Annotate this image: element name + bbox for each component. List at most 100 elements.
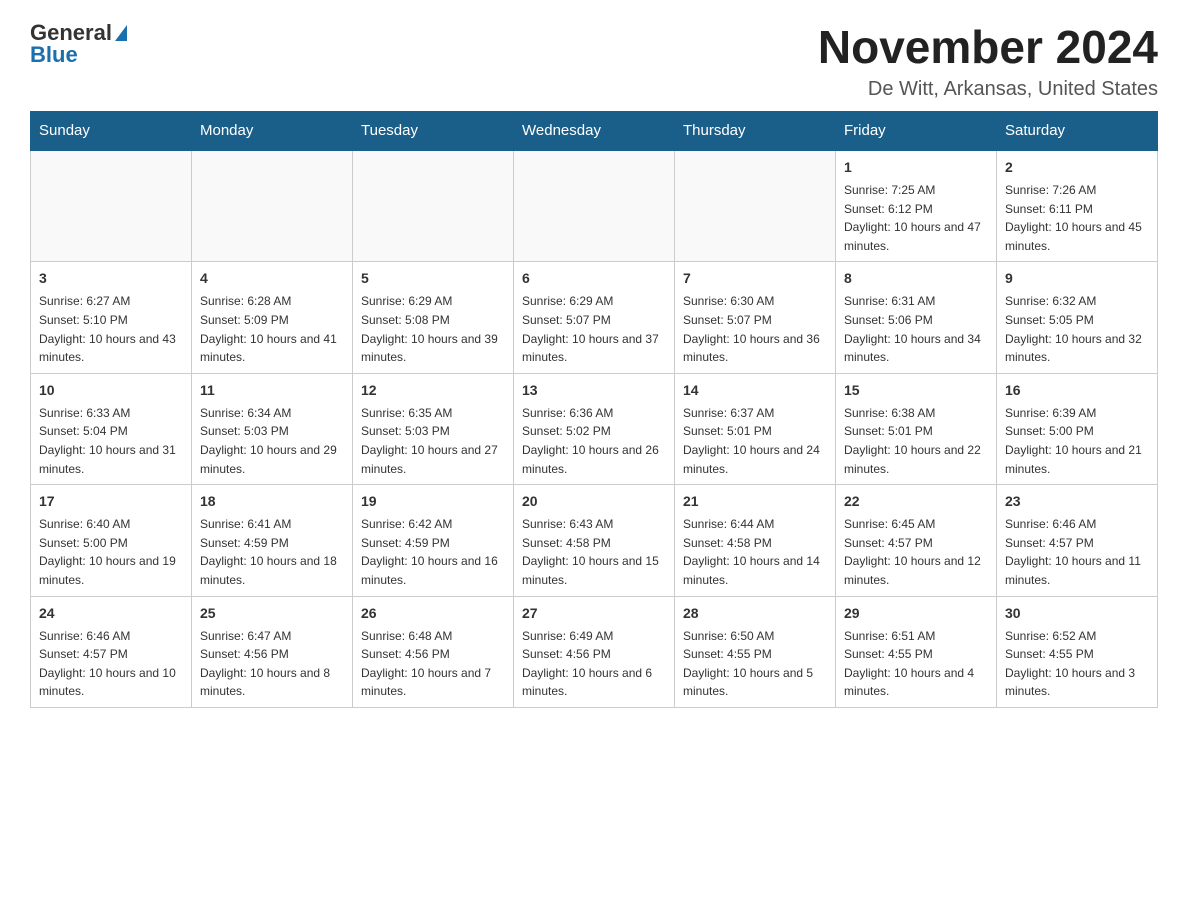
calendar-cell: 23Sunrise: 6:46 AMSunset: 4:57 PMDayligh… [997, 485, 1158, 596]
week-row-4: 17Sunrise: 6:40 AMSunset: 5:00 PMDayligh… [31, 485, 1158, 596]
sun-info: Sunrise: 6:29 AMSunset: 5:07 PMDaylight:… [522, 292, 666, 366]
day-number: 18 [200, 491, 344, 512]
day-number: 3 [39, 268, 183, 289]
calendar-cell [675, 150, 836, 262]
sun-info: Sunrise: 6:49 AMSunset: 4:56 PMDaylight:… [522, 627, 666, 701]
header-thursday: Thursday [675, 112, 836, 151]
calendar-header: SundayMondayTuesdayWednesdayThursdayFrid… [31, 112, 1158, 151]
calendar-cell: 4 Sunrise: 6:28 AMSunset: 5:09 PMDaylight… [192, 262, 353, 373]
sun-info: Sunrise: 6:29 AMSunset: 5:08 PMDaylight:… [361, 292, 505, 366]
calendar-cell: 13 Sunrise: 6:36 AMSunset: 5:02 PMDayligh… [514, 373, 675, 484]
calendar-cell: 5 Sunrise: 6:29 AMSunset: 5:08 PMDaylight… [353, 262, 514, 373]
day-number: 4 [200, 268, 344, 289]
calendar-cell: 12Sunrise: 6:35 AMSunset: 5:03 PMDayligh… [353, 373, 514, 484]
calendar-table: SundayMondayTuesdayWednesdayThursdayFrid… [30, 111, 1158, 708]
day-number: 29 [844, 603, 988, 624]
calendar-cell: 10Sunrise: 6:33 AMSunset: 5:04 PMDayligh… [31, 373, 192, 484]
sun-info: Sunrise: 6:27 AMSunset: 5:10 PMDaylight:… [39, 292, 183, 366]
calendar-cell: 24 Sunrise: 6:46 AMSunset: 4:57 PMDayligh… [31, 596, 192, 707]
sun-info: Sunrise: 6:44 AMSunset: 4:58 PMDaylight:… [683, 515, 827, 589]
sun-info: Sunrise: 6:34 AMSunset: 5:03 PMDaylight:… [200, 404, 344, 478]
day-number: 6 [522, 268, 666, 289]
sun-info: Sunrise: 6:46 AMSunset: 4:57 PMDaylight:… [39, 627, 183, 701]
calendar-cell: 30 Sunrise: 6:52 AMSunset: 4:55 PMDayligh… [997, 596, 1158, 707]
header-wednesday: Wednesday [514, 112, 675, 151]
sun-info: Sunrise: 6:36 AMSunset: 5:02 PMDaylight:… [522, 404, 666, 478]
month-title: November 2024 [818, 20, 1158, 74]
calendar-cell [31, 150, 192, 262]
calendar-cell: 7 Sunrise: 6:30 AMSunset: 5:07 PMDaylight… [675, 262, 836, 373]
week-row-5: 24 Sunrise: 6:46 AMSunset: 4:57 PMDayligh… [31, 596, 1158, 707]
day-number: 22 [844, 491, 988, 512]
day-number: 1 [844, 157, 988, 178]
week-row-2: 3 Sunrise: 6:27 AMSunset: 5:10 PMDaylight… [31, 262, 1158, 373]
day-number: 28 [683, 603, 827, 624]
calendar-cell: 6 Sunrise: 6:29 AMSunset: 5:07 PMDaylight… [514, 262, 675, 373]
day-number: 14 [683, 380, 827, 401]
page-header: General Blue November 2024 De Witt, Arka… [30, 20, 1158, 101]
sun-info: Sunrise: 6:35 AMSunset: 5:03 PMDaylight:… [361, 404, 505, 478]
day-number: 26 [361, 603, 505, 624]
sun-info: Sunrise: 6:45 AMSunset: 4:57 PMDaylight:… [844, 515, 988, 589]
sun-info: Sunrise: 6:41 AMSunset: 4:59 PMDaylight:… [200, 515, 344, 589]
day-number: 11 [200, 380, 344, 401]
day-number: 15 [844, 380, 988, 401]
calendar-cell: 21 Sunrise: 6:44 AMSunset: 4:58 PMDayligh… [675, 485, 836, 596]
day-number: 25 [200, 603, 344, 624]
sun-info: Sunrise: 6:37 AMSunset: 5:01 PMDaylight:… [683, 404, 827, 478]
day-number: 16 [1005, 380, 1149, 401]
calendar-cell: 3 Sunrise: 6:27 AMSunset: 5:10 PMDaylight… [31, 262, 192, 373]
header-monday: Monday [192, 112, 353, 151]
day-number: 24 [39, 603, 183, 624]
sun-info: Sunrise: 6:38 AMSunset: 5:01 PMDaylight:… [844, 404, 988, 478]
calendar-cell [192, 150, 353, 262]
day-number: 8 [844, 268, 988, 289]
calendar-cell: 20 Sunrise: 6:43 AMSunset: 4:58 PMDayligh… [514, 485, 675, 596]
day-number: 20 [522, 491, 666, 512]
week-row-3: 10Sunrise: 6:33 AMSunset: 5:04 PMDayligh… [31, 373, 1158, 484]
day-number: 30 [1005, 603, 1149, 624]
sun-info: Sunrise: 6:28 AMSunset: 5:09 PMDaylight:… [200, 292, 344, 366]
header-tuesday: Tuesday [353, 112, 514, 151]
calendar-cell [353, 150, 514, 262]
calendar-cell: 26Sunrise: 6:48 AMSunset: 4:56 PMDayligh… [353, 596, 514, 707]
calendar-cell: 28Sunrise: 6:50 AMSunset: 4:55 PMDayligh… [675, 596, 836, 707]
sun-info: Sunrise: 6:30 AMSunset: 5:07 PMDaylight:… [683, 292, 827, 366]
day-number: 21 [683, 491, 827, 512]
calendar-cell: 11 Sunrise: 6:34 AMSunset: 5:03 PMDayligh… [192, 373, 353, 484]
day-number: 27 [522, 603, 666, 624]
calendar-cell: 18 Sunrise: 6:41 AMSunset: 4:59 PMDayligh… [192, 485, 353, 596]
days-of-week-row: SundayMondayTuesdayWednesdayThursdayFrid… [31, 112, 1158, 151]
calendar-body: 1Sunrise: 7:25 AMSunset: 6:12 PMDaylight… [31, 150, 1158, 707]
day-number: 7 [683, 268, 827, 289]
calendar-cell: 2Sunrise: 7:26 AMSunset: 6:11 PMDaylight… [997, 150, 1158, 262]
sun-info: Sunrise: 6:39 AMSunset: 5:00 PMDaylight:… [1005, 404, 1149, 478]
calendar-cell: 14 Sunrise: 6:37 AMSunset: 5:01 PMDayligh… [675, 373, 836, 484]
day-number: 23 [1005, 491, 1149, 512]
calendar-cell: 1Sunrise: 7:25 AMSunset: 6:12 PMDaylight… [836, 150, 997, 262]
sun-info: Sunrise: 6:43 AMSunset: 4:58 PMDaylight:… [522, 515, 666, 589]
sun-info: Sunrise: 6:47 AMSunset: 4:56 PMDaylight:… [200, 627, 344, 701]
sun-info: Sunrise: 6:52 AMSunset: 4:55 PMDaylight:… [1005, 627, 1149, 701]
header-saturday: Saturday [997, 112, 1158, 151]
logo-text-blue: Blue [30, 42, 78, 68]
week-row-1: 1Sunrise: 7:25 AMSunset: 6:12 PMDaylight… [31, 150, 1158, 262]
calendar-cell: 8Sunrise: 6:31 AMSunset: 5:06 PMDaylight… [836, 262, 997, 373]
calendar-cell: 25 Sunrise: 6:47 AMSunset: 4:56 PMDayligh… [192, 596, 353, 707]
day-number: 9 [1005, 268, 1149, 289]
logo: General Blue [30, 20, 127, 68]
calendar-cell: 9Sunrise: 6:32 AMSunset: 5:05 PMDaylight… [997, 262, 1158, 373]
logo-triangle-icon [115, 25, 127, 41]
calendar-cell: 15 Sunrise: 6:38 AMSunset: 5:01 PMDayligh… [836, 373, 997, 484]
title-area: November 2024 De Witt, Arkansas, United … [818, 20, 1158, 101]
day-number: 19 [361, 491, 505, 512]
day-number: 5 [361, 268, 505, 289]
calendar-cell: 16 Sunrise: 6:39 AMSunset: 5:00 PMDayligh… [997, 373, 1158, 484]
sun-info: Sunrise: 7:26 AMSunset: 6:11 PMDaylight:… [1005, 181, 1149, 255]
calendar-cell: 22 Sunrise: 6:45 AMSunset: 4:57 PMDayligh… [836, 485, 997, 596]
day-number: 10 [39, 380, 183, 401]
calendar-cell: 27 Sunrise: 6:49 AMSunset: 4:56 PMDayligh… [514, 596, 675, 707]
calendar-cell: 17Sunrise: 6:40 AMSunset: 5:00 PMDayligh… [31, 485, 192, 596]
day-number: 17 [39, 491, 183, 512]
day-number: 13 [522, 380, 666, 401]
